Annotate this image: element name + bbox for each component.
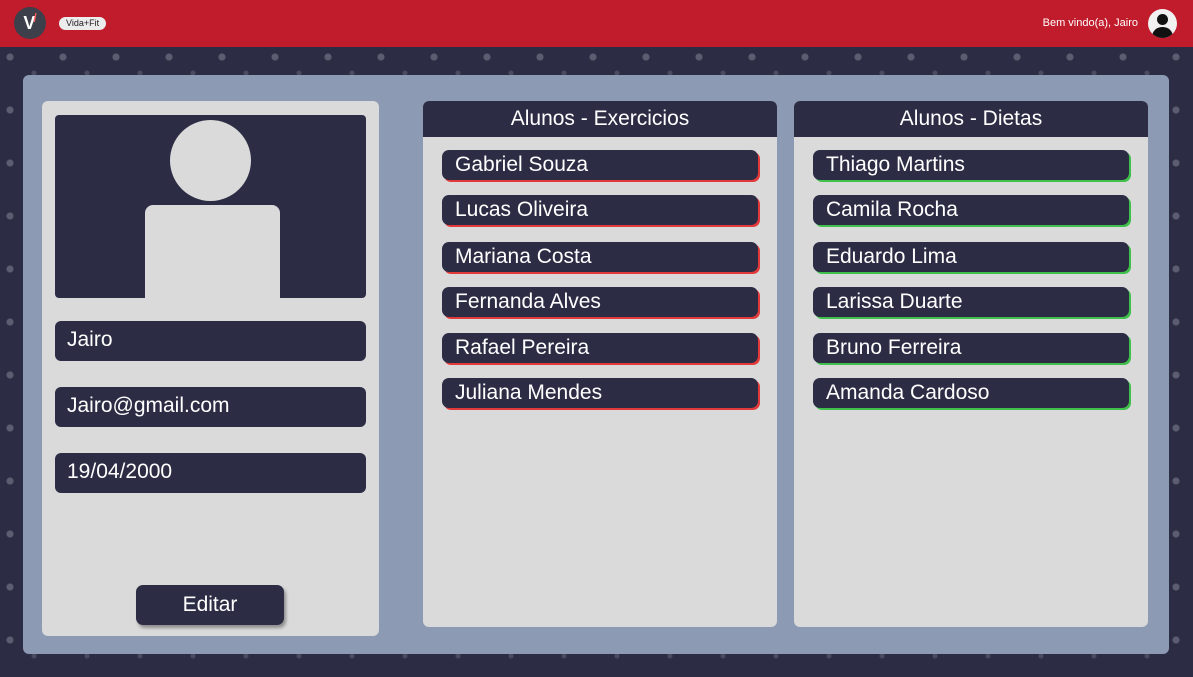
- profile-card: Jairo Jairo@gmail.com 19/04/2000 Editar: [42, 101, 379, 636]
- brand-badge: Vida+Fit: [59, 17, 107, 30]
- diets-list-title: Alunos - Dietas: [794, 101, 1148, 137]
- name-field[interactable]: Jairo: [55, 321, 366, 361]
- welcome-text: Bem vindo(a), Jairo: [1042, 17, 1138, 29]
- exercise-student-item[interactable]: Juliana Mendes: [442, 378, 758, 408]
- diet-student-item[interactable]: Camila Rocha: [813, 195, 1129, 225]
- birthdate-field[interactable]: 19/04/2000: [55, 453, 366, 493]
- logo-icon[interactable]: V /: [14, 7, 46, 39]
- diets-list-card: Alunos - Dietas Thiago Martins Camila Ro…: [794, 101, 1148, 627]
- top-bar: V / Vida+Fit Bem vindo(a), Jairo: [0, 0, 1193, 47]
- profile-photo-placeholder-icon: [55, 115, 366, 298]
- email-field[interactable]: Jairo@gmail.com: [55, 387, 366, 427]
- exercise-student-item[interactable]: Mariana Costa: [442, 242, 758, 272]
- exercise-student-item[interactable]: Lucas Oliveira: [442, 195, 758, 225]
- exercise-student-item[interactable]: Gabriel Souza: [442, 150, 758, 180]
- user-avatar-icon[interactable]: [1148, 9, 1177, 38]
- diet-student-item[interactable]: Eduardo Lima: [813, 242, 1129, 272]
- exercise-student-item[interactable]: Fernanda Alves: [442, 287, 758, 317]
- exercises-list-card: Alunos - Exercicios Gabriel Souza Lucas …: [423, 101, 777, 627]
- edit-button[interactable]: Editar: [136, 585, 284, 625]
- diet-student-item[interactable]: Bruno Ferreira: [813, 333, 1129, 363]
- exercise-student-item[interactable]: Rafael Pereira: [442, 333, 758, 363]
- diet-student-item[interactable]: Larissa Duarte: [813, 287, 1129, 317]
- exercises-list-title: Alunos - Exercicios: [423, 101, 777, 137]
- diet-student-item[interactable]: Amanda Cardoso: [813, 378, 1129, 408]
- diet-student-item[interactable]: Thiago Martins: [813, 150, 1129, 180]
